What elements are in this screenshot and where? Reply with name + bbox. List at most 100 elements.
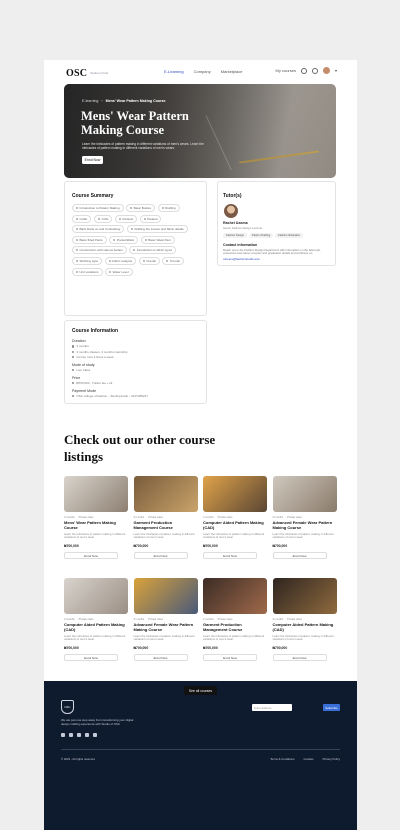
clock-icon [72,345,75,348]
chevron-down-icon[interactable]: ▾ [335,68,337,73]
course-title[interactable]: Garment Production Management Course [203,622,267,633]
page: OSC Studios of Craft E-Learning Company … [44,60,357,830]
breadcrumb-current: Mens' Wear Pattern Making Course [105,99,166,103]
course-enrol-button[interactable]: Enrol Now [133,552,188,560]
course-enrol-button[interactable]: Enrol Now [272,654,327,662]
course-title[interactable]: Mens' Wear Pattern Making Course [64,520,128,531]
course-card[interactable]: 3 months Private class Garment Production … [133,476,198,567]
cart-icon[interactable] [311,67,318,74]
course-enrol-button[interactable]: Enrol Now [272,552,327,560]
course-card[interactable]: 3 months Private class Advanced Female Wea… [272,476,337,567]
repeat-icon [72,355,75,359]
course-enrol-button[interactable]: Enrol Now [64,654,118,662]
enrol-now-button[interactable]: Enrol Now [82,156,103,164]
avatar[interactable] [322,67,330,74]
footer: OSC We are just one step away from trans… [44,681,357,830]
logo[interactable]: OSC Studios of Craft [66,68,112,79]
nav-link-marketplace[interactable]: Marketplace [221,69,243,74]
course-thumbnail[interactable] [272,476,337,512]
footer-logo[interactable]: OSC [61,700,74,714]
tutor-heading: Tutor(s) [223,193,242,199]
course-card[interactable]: 3 months Private class Garment Production … [203,578,267,669]
course-enrol-button[interactable]: Enrol Now [64,552,118,560]
price-label: Price [72,375,81,380]
terms-link[interactable]: Terms & Conditions [270,757,294,761]
hero-description: Learn the intricacies of pattern making … [82,142,204,151]
tutor-tag: Fashion Illustration [275,233,303,238]
nav-link-elearning[interactable]: E-Learning [164,69,184,74]
topic-chip: Unit variations [72,267,103,276]
privacy-link[interactable]: Privacy Policy [323,757,340,761]
linkedin-icon[interactable] [85,733,89,737]
breadcrumb-home[interactable]: E-learning [82,99,98,103]
course-thumbnail[interactable] [133,476,198,512]
course-class-type: Private class [287,618,302,621]
duration-value: Course runs 3 times a week [72,355,199,359]
course-thumbnail[interactable] [133,578,198,614]
course-description: Learn the intricacies of pattern making … [203,633,265,642]
subscribe-button[interactable]: Subscribe [323,704,340,711]
logo-mark: OSC [66,67,88,79]
course-title[interactable]: Garment Production Management Course [134,520,198,531]
topic-chip: Cuffs [93,214,113,223]
instagram-icon[interactable] [77,733,81,737]
tutor-tags: Fashion Design Pattern Drafting Fashion … [223,233,330,238]
course-enrol-button[interactable]: Enrol Now [203,552,257,560]
course-meta: 3 months Private class [273,516,337,519]
notification-icon[interactable] [300,67,307,74]
topic-chip: Pleated [139,214,162,223]
price-text: ₦750,000 · Tuition fee + kit [76,381,113,386]
course-thumbnail[interactable] [272,578,337,614]
course-price: ₦700,000 [203,544,218,549]
price-value: ₦750,000 · Tuition fee + kit [72,381,199,385]
topic-chip: Fabric analysis [104,256,137,265]
course-card[interactable]: 3 months Private class Computer Aided Patt… [203,476,267,567]
course-card[interactable]: 3 months Private class Advanced Female Wea… [133,578,198,669]
course-class-type: Private class [217,516,233,519]
course-enrol-button[interactable]: Enrol Now [203,654,257,662]
course-title[interactable]: Computer Aided Pattern Making (CAD) [64,622,128,633]
topic-chip: Pocket/Waist [109,235,139,244]
topic-chip: Basic Waist Pant [140,235,175,244]
tutor-role: Senior Fashion Design Lecturer [223,226,263,230]
tutor-card: Tutor(s) Rachel Uzoma Senior Fashion Des… [217,181,336,266]
course-price: ₦700,000 [272,646,288,651]
course-meta: 3 months Private class [203,618,267,621]
topic-chip: Collar [72,214,92,223]
course-price: ₦700,000 [133,646,149,651]
course-summary-card: Course Summary Introduction to Pattern M… [64,181,207,316]
contact-email-link[interactable]: careers@fashionstudio.edu [223,257,330,261]
course-enrol-button[interactable]: Enrol Now [133,654,188,662]
course-title[interactable]: Advanced Female Wear Pattern Making Cour… [273,520,337,531]
course-title[interactable]: Advanced Female Wear Pattern Making Cour… [134,622,198,633]
course-description: Learn the intricacies of pattern making … [64,531,126,540]
course-card[interactable]: 3 months Private class Computer Aided Patt… [64,578,128,669]
my-courses-link[interactable]: My courses [276,68,296,73]
course-meta: 3 months Private class [134,516,198,519]
cookies-link[interactable]: Cookies [303,757,313,761]
course-card[interactable]: 3 months Private class Mens' Wear Pattern … [64,476,128,567]
payment-value: OSC college of fashion – Sterling bank –… [72,394,199,398]
twitter-icon[interactable] [69,733,73,737]
course-title[interactable]: Computer Aided Pattern Making (CAD) [273,622,337,633]
topic-chip: Pockets [114,214,138,223]
footer-divider [61,749,340,750]
nav-link-company[interactable]: Company [194,69,211,74]
course-thumbnail[interactable] [64,578,128,614]
course-duration: 3 months [133,516,145,519]
course-thumbnail[interactable] [203,578,267,614]
course-duration: 3 months [64,516,75,519]
youtube-icon[interactable] [93,733,97,737]
course-thumbnail[interactable] [203,476,267,512]
see-all-courses-button[interactable]: See all courses [184,686,217,695]
nav-right: My courses ▾ [276,67,337,74]
course-title[interactable]: Computer Aided Pattern Making (CAD) [203,520,267,531]
tutor-tag: Pattern Drafting [249,233,274,238]
topic-chip: Overall [138,256,160,265]
course-thumbnail[interactable] [64,476,128,512]
nav-links: E-Learning Company Marketplace [164,69,243,74]
topic-chip-list: Introduction to Pattern Making Basic Bodi… [72,204,199,276]
course-card[interactable]: 3 months Private class Computer Aided Patt… [272,578,337,669]
facebook-icon[interactable] [61,733,65,737]
newsletter-email-input[interactable]: Enter address [252,704,292,711]
